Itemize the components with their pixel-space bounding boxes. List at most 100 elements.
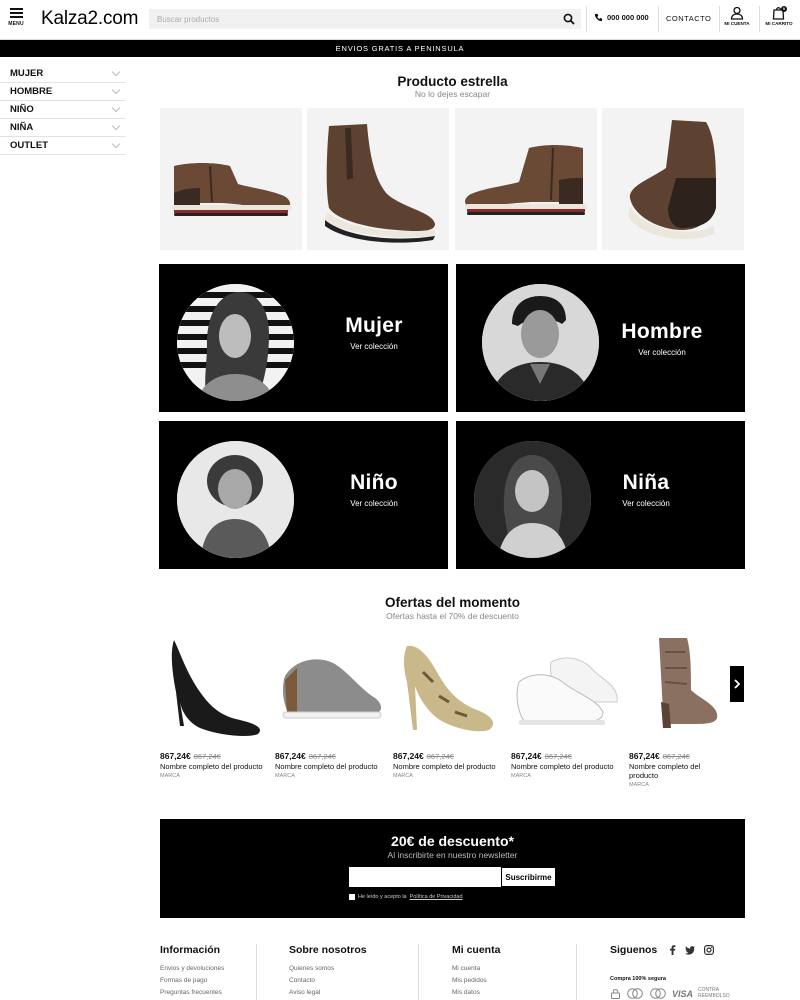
twitter-icon[interactable]	[685, 945, 696, 955]
offer-brand: MARCA	[275, 773, 295, 779]
site-logo[interactable]: Kalza2.com	[41, 8, 138, 30]
account-button[interactable]: MI CUENTA	[722, 6, 752, 26]
heel-shoe-image	[171, 640, 260, 736]
menu-button[interactable]: MENU	[6, 8, 26, 34]
privacy-checkbox[interactable]	[349, 894, 355, 900]
offer-price: 867,24€	[511, 751, 542, 761]
chevron-down-icon	[111, 139, 121, 149]
category-name: Hombre	[621, 320, 703, 343]
view-collection-link[interactable]: Ver colección	[314, 499, 434, 508]
offer-product-card[interactable]: 867,24€ 867,24€ Nombre completo del produ…	[160, 632, 270, 779]
sidebar-item-label: NIÑO	[10, 104, 34, 115]
nina-portrait-image	[474, 441, 591, 558]
carousel-next-button[interactable]	[730, 666, 744, 702]
sidebar-item-mujer[interactable]: MUJER	[0, 65, 125, 83]
offer-price: 867,24€	[393, 751, 424, 761]
category-name: Niña	[622, 471, 670, 494]
snake-heel-image	[404, 645, 493, 732]
sidebar-item-label: HOMBRE	[10, 86, 53, 97]
sneakers-image	[516, 657, 618, 725]
offer-brand: MARCA	[393, 773, 413, 779]
privacy-consent: He leído y acepto la Política de Privaci…	[349, 894, 463, 900]
site-header: MENU Kalza2.com 000 000 000 CONTACTO MI …	[0, 0, 800, 40]
footer-info-column: Información Envios y devoluciones Formas…	[160, 944, 224, 998]
sidebar-item-nino[interactable]: NIÑO	[0, 101, 125, 119]
featured-product-image[interactable]	[602, 108, 744, 250]
footer-link[interactable]: Aviso legal	[289, 987, 367, 999]
offer-product-name: Nombre completo del producto	[393, 762, 496, 771]
sidebar-item-hombre[interactable]: HOMBRE	[0, 83, 125, 101]
newsletter-banner: 20€ de descuento* Al inscribirte en nues…	[160, 819, 745, 918]
boot-side-image	[465, 145, 587, 215]
privacy-policy-link[interactable]: Política de Privacidad	[410, 894, 463, 900]
nino-portrait-image	[177, 441, 294, 558]
visa-logo: VISA	[672, 988, 694, 999]
phone-link[interactable]: 000 000 000	[594, 13, 649, 22]
category-card-mujer[interactable]: Mujer Ver colección	[159, 264, 448, 412]
search-icon[interactable]	[563, 13, 575, 25]
cash-on-delivery-label: CONTRA REEMBOLSO	[698, 987, 730, 999]
offer-product-card[interactable]: 867,24€ 867,24€ Nombre completo del produ…	[275, 632, 385, 779]
offer-product-name: Nombre completo del producto	[160, 762, 263, 771]
promo-bar: ENVIOS GRATIS A PENINSULA	[0, 40, 800, 57]
offer-product-card[interactable]: 867,24€ 867,24€ Nombre completo del produ…	[393, 632, 503, 779]
view-collection-link[interactable]: Ver colección	[602, 348, 722, 357]
sidebar-item-label: MUJER	[10, 68, 44, 79]
sidebar-item-outlet[interactable]: OUTLET	[0, 137, 125, 155]
header-divider	[586, 6, 587, 32]
view-collection-link[interactable]: Ver colección	[586, 499, 706, 508]
offer-old-price: 867,24€	[193, 752, 221, 761]
category-card-nina[interactable]: Niña Ver colección	[456, 421, 745, 569]
phone-number: 000 000 000	[607, 13, 649, 22]
chevron-right-icon	[734, 679, 741, 689]
footer-link[interactable]: Formas de pago	[160, 975, 224, 987]
view-collection-link[interactable]: Ver colección	[314, 342, 434, 351]
instagram-icon[interactable]	[704, 945, 715, 955]
offer-brand: MARCA	[160, 773, 180, 779]
footer-heading: Mi cuenta	[452, 944, 501, 956]
category-sidebar: MUJER HOMBRE NIÑO NIÑA OUTLET	[0, 65, 125, 155]
footer-link[interactable]: Envios y devoluciones	[160, 963, 224, 975]
footer-heading: Siguenos	[610, 944, 658, 956]
search-input[interactable]	[149, 9, 581, 29]
category-card-nino[interactable]: Niño Ver colección	[159, 421, 448, 569]
footer-heading: Sobre nosotros	[289, 944, 367, 956]
cart-label: MI CARRITO	[765, 21, 793, 26]
cart-count-badge: 0	[781, 6, 787, 12]
sidebar-item-nina[interactable]: NIÑA	[0, 119, 125, 137]
footer-follow-column: Siguenos Compra 100% segura VISA CONTRA …	[610, 944, 732, 999]
offer-product-card[interactable]: 867,24€ 867,24€ Nombre completo del produ…	[511, 632, 621, 779]
footer-about-column: Sobre nosotros Quienes somos Contacto Av…	[289, 944, 367, 998]
footer-divider	[418, 944, 419, 1000]
payment-methods: VISA CONTRA REEMBOLSO	[610, 987, 732, 999]
footer-divider	[576, 944, 577, 1000]
hamburger-icon	[9, 8, 23, 10]
footer-link[interactable]: Contacto	[289, 975, 367, 987]
featured-product-image[interactable]	[307, 108, 449, 250]
category-card-hombre[interactable]: Hombre Ver colección	[456, 264, 745, 412]
offer-product-card[interactable]: 867,24€ 867,24€ Nombre completo del produ…	[629, 632, 729, 788]
footer-link[interactable]: Quienes somos	[289, 963, 367, 975]
cart-button[interactable]: 0 MI CARRITO	[762, 6, 796, 26]
featured-product-image[interactable]	[455, 108, 597, 250]
footer-link[interactable]: Mis datos	[452, 987, 500, 999]
sidebar-item-label: NIÑA	[10, 122, 34, 133]
offer-old-price: 867,24€	[426, 752, 454, 761]
header-divider	[719, 6, 720, 32]
footer-link[interactable]: Mi cuenta	[452, 963, 500, 975]
chevron-down-icon	[111, 67, 121, 77]
category-name: Mujer	[345, 314, 403, 337]
offer-price: 867,24€	[275, 751, 306, 761]
privacy-consent-text: He leído y acepto la	[358, 894, 407, 900]
header-divider	[759, 6, 760, 32]
newsletter-email-field[interactable]	[349, 867, 501, 887]
footer-link[interactable]: Preguntas frecuentes	[160, 987, 224, 999]
footer-link[interactable]: Mis pedidos	[452, 975, 500, 987]
featured-product-image[interactable]	[160, 108, 302, 250]
boot-back-image	[628, 120, 716, 240]
footer-account-column: Mi cuenta Mi cuenta Mis pedidos Mis dato…	[452, 944, 500, 998]
facebook-icon[interactable]	[669, 945, 676, 955]
newsletter-title: 20€ de descuento*	[391, 833, 514, 849]
contact-link[interactable]: CONTACTO	[666, 14, 711, 23]
subscribe-button[interactable]: Suscribirme	[501, 867, 556, 887]
